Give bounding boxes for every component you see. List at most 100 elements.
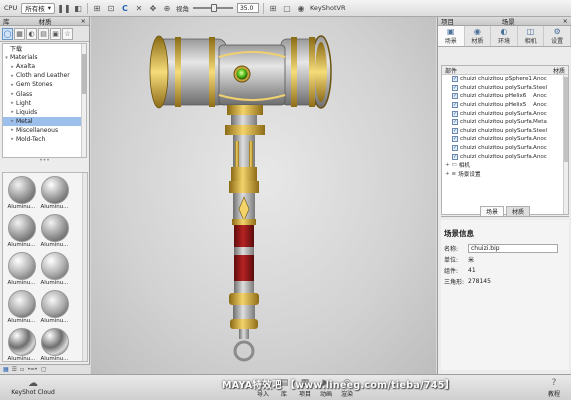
parts-column-header[interactable]: 部件	[445, 66, 457, 75]
material-thumbnail[interactable]: Aluminu...	[6, 251, 37, 288]
visibility-checkbox[interactable]: ✓	[452, 76, 458, 83]
keyshotvr-button[interactable]: KeyShotVR	[310, 4, 346, 12]
performance-icon[interactable]: ◧	[73, 3, 83, 13]
part-material: Anoc	[533, 136, 547, 143]
tab-camera[interactable]: ◫ 相机	[518, 26, 545, 46]
visibility-checkbox[interactable]: ✓	[452, 93, 458, 100]
library-tab-label[interactable]: 库	[3, 16, 10, 26]
scene-part-row[interactable]: ✓ chuizi chuizitou pHelix6 Anoc	[442, 92, 568, 101]
expand-icon[interactable]: + ▭	[445, 162, 457, 168]
material-thumbnail[interactable]: Aluminu...	[39, 213, 70, 250]
close-icon[interactable]: ×	[563, 17, 568, 25]
visibility-checkbox[interactable]: ✓	[452, 102, 458, 109]
tab-settings[interactable]: ⚙ 设置	[544, 26, 571, 46]
unit-label: 单位:	[444, 257, 459, 264]
material-thumbnail[interactable]: Aluminu...	[39, 289, 70, 326]
visibility-checkbox[interactable]: ✓	[452, 110, 458, 117]
tumble-icon[interactable]: ✕	[134, 3, 144, 13]
tab-environment[interactable]: ◐ 环境	[491, 26, 518, 46]
scene-group-row[interactable]: + ▭ 相机	[442, 161, 568, 170]
visibility-checkbox[interactable]: ✓	[452, 84, 458, 91]
scene-tree-scrollbar[interactable]	[563, 75, 568, 214]
size-slider[interactable]: •━•	[27, 366, 38, 373]
visibility-checkbox[interactable]: ✓	[452, 119, 458, 126]
tree-root[interactable]: 下载	[3, 44, 86, 53]
close-icon[interactable]: ×	[81, 17, 86, 25]
tab-scene[interactable]: ▣ 场景	[438, 26, 465, 46]
scene-part-row[interactable]: ✓ chuizi chuizitou polySurfa... Steel	[442, 84, 568, 93]
refresh-icon[interactable]: C	[120, 3, 130, 13]
tree-item[interactable]: ▸ Mold-Tech	[3, 135, 86, 144]
large-thumb-icon[interactable]: ▢	[41, 366, 47, 373]
region-icon[interactable]: ⊞	[92, 3, 102, 13]
scene-group-row[interactable]: + ≡ 场景设置	[442, 170, 568, 179]
camera-icon[interactable]: ◉	[296, 3, 306, 13]
visibility-checkbox[interactable]: ✓	[452, 145, 458, 152]
favorites-tab-icon[interactable]: ☆	[62, 28, 73, 40]
fov-slider-handle[interactable]	[210, 4, 217, 12]
dolly-icon[interactable]: ⊕	[162, 3, 172, 13]
scene-part-row[interactable]: ✓ chuizi chuizitou polySurfa... Anoc	[442, 144, 568, 153]
keyshot-cloud-button[interactable]: ☁ KeyShot Cloud	[8, 378, 58, 396]
material-column-header[interactable]: 材质	[553, 66, 565, 75]
scene-sub-tabs: 场景 材质	[441, 206, 569, 217]
tree-item[interactable]: ▸ Miscellaneous	[3, 126, 86, 135]
material-thumbnail[interactable]: Aluminu...	[39, 251, 70, 288]
tree-item[interactable]: ▾ Materials	[3, 53, 86, 62]
material-thumbnail[interactable]: Aluminu...	[39, 175, 70, 212]
tree-item-label: Light	[16, 99, 31, 107]
expand-icon[interactable]: + ≡	[445, 171, 456, 177]
screenshot-icon[interactable]: ▢	[282, 3, 292, 13]
sub-tab[interactable]: 场景	[480, 206, 504, 216]
environments-tab-icon[interactable]: ◐	[26, 28, 37, 40]
tutorial-button[interactable]: ? 教程	[543, 378, 565, 398]
scene-tree-scrollbar-thumb[interactable]	[564, 77, 568, 162]
tree-item[interactable]: ▸ Glass	[3, 89, 86, 98]
grid-icon[interactable]: ⊞	[268, 3, 278, 13]
scene-part-row[interactable]: ✓ chuizi chuizitou polySurfa... Anoc	[442, 152, 568, 161]
pan-icon[interactable]: ✥	[148, 3, 158, 13]
fov-value-field[interactable]: 35.0	[236, 3, 259, 13]
tab-material[interactable]: ◉ 材质	[465, 26, 492, 46]
thumbnail-scrollbar[interactable]	[82, 173, 87, 361]
material-thumbnail[interactable]: Aluminu...	[6, 327, 37, 361]
pause-icon[interactable]: ❚❚	[57, 3, 70, 13]
colors-tab-icon[interactable]: ▦	[14, 28, 25, 40]
panel-splitter[interactable]: •••	[0, 158, 89, 165]
render-viewport[interactable]	[91, 17, 436, 374]
scene-part-row[interactable]: ✓ chuizi chuizitou polySurfa... Anoc	[442, 135, 568, 144]
grid-view-icon[interactable]: ▦	[3, 366, 9, 373]
tree-item[interactable]: ▸ Metal	[3, 116, 86, 126]
list-view-icon[interactable]: ☰	[12, 366, 17, 373]
material-thumbnail[interactable]: Aluminu...	[6, 213, 37, 250]
visibility-checkbox[interactable]: ✓	[452, 127, 458, 134]
material-thumbnail[interactable]: Aluminu...	[39, 327, 70, 361]
material-thumbnail[interactable]: Aluminu...	[6, 289, 37, 326]
part-material: Steel	[533, 84, 548, 91]
fov-slider[interactable]	[192, 4, 233, 12]
material-thumbnail[interactable]: Aluminu...	[6, 175, 37, 212]
tree-item-label: Gem Stones	[16, 81, 53, 89]
tree-item[interactable]: ▸ Axalta	[3, 62, 86, 71]
backplates-tab-icon[interactable]: ▤	[38, 28, 49, 40]
tree-item[interactable]: ▸ Liquids	[3, 108, 86, 117]
scene-part-row[interactable]: ✓ chuizi chuizitou polySurfa... Steel	[442, 127, 568, 136]
scene-part-row[interactable]: ✓ chuizi chuizitou pHelix5 Anoc	[442, 101, 568, 110]
tree-scrollbar[interactable]	[81, 44, 86, 157]
scene-name-field[interactable]: chuizi.bip	[468, 244, 558, 253]
textures-tab-icon[interactable]: ▣	[50, 28, 61, 40]
tree-scrollbar-thumb[interactable]	[82, 54, 86, 94]
scene-part-row[interactable]: ✓ chuizi chuizitou pSphere11 Anoc	[442, 75, 568, 84]
tree-item[interactable]: ▸ Light	[3, 99, 86, 108]
tree-item[interactable]: ▸ Cloth and Leather	[3, 71, 86, 80]
sub-tab[interactable]: 材质	[506, 206, 530, 216]
scene-part-row[interactable]: ✓ chuizi chuizitou polySurfa... Anoc	[442, 109, 568, 118]
view-icon[interactable]: ⊡	[106, 3, 116, 13]
visibility-checkbox[interactable]: ✓	[452, 153, 458, 160]
materials-tab-icon[interactable]: ◯	[2, 28, 13, 40]
small-thumb-icon[interactable]: ▫	[20, 366, 24, 373]
cpu-mode-dropdown[interactable]: 所有核 ▾	[21, 2, 55, 14]
tree-item[interactable]: ▸ Gem Stones	[3, 80, 86, 89]
visibility-checkbox[interactable]: ✓	[452, 136, 458, 143]
scene-part-row[interactable]: ✓ chuizi chuizitou polySurfa... Meta	[442, 118, 568, 127]
